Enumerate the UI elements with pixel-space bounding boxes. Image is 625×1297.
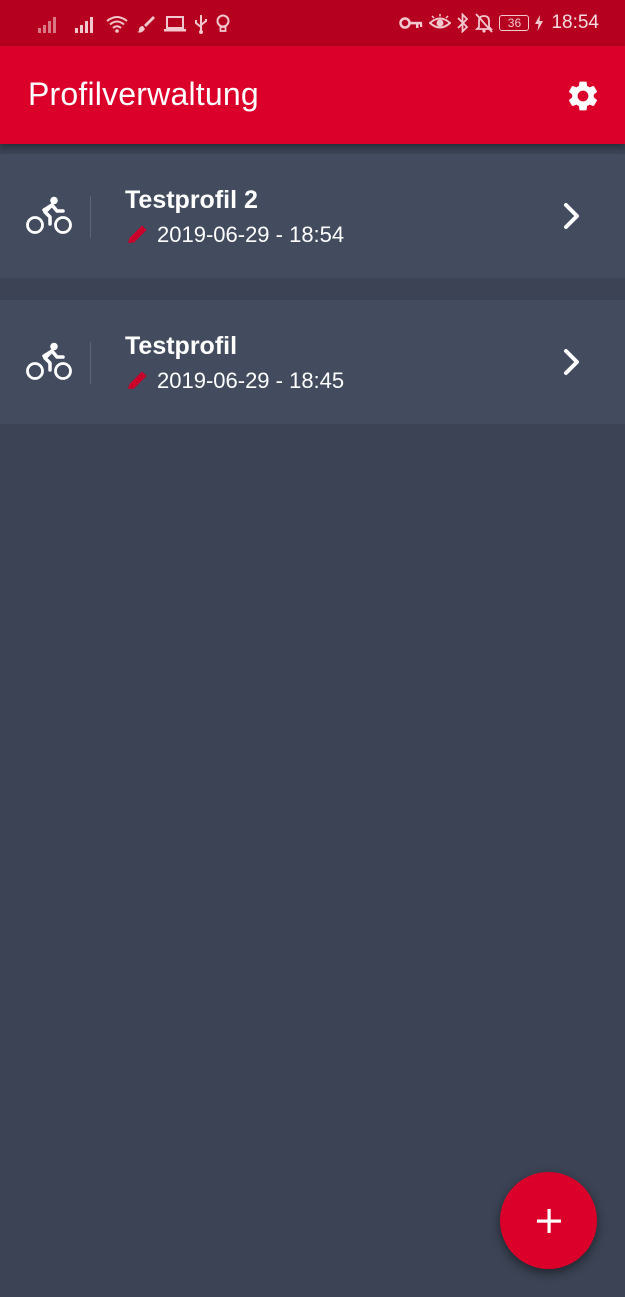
brush-icon — [137, 16, 155, 33]
charging-icon — [535, 15, 544, 31]
eye-icon — [429, 14, 452, 29]
bicycle-icon — [26, 342, 72, 380]
plus-icon — [536, 1208, 561, 1233]
profile-meta: 2019-06-29 - 18:45 — [125, 368, 344, 394]
pencil-icon — [128, 225, 147, 243]
pencil-icon — [128, 371, 147, 389]
page-title: Profilverwaltung — [28, 76, 259, 112]
profile-list-item[interactable]: Testprofil 2 2019-06-29 - 18:54 — [0, 154, 625, 278]
battery-level: 36 — [507, 16, 522, 30]
signal-icon — [75, 17, 93, 33]
profile-meta: 2019-06-29 - 18:54 — [125, 222, 344, 248]
profile-management-screen: 36 18:54 Profilverwaltung Testprofil 2 2… — [0, 0, 625, 1297]
status-bar: 36 18:54 — [0, 0, 625, 46]
profile-list-item[interactable]: Testprofil 2019-06-29 - 18:45 — [0, 300, 625, 424]
status-right-icons: 36 18:54 — [399, 10, 599, 36]
item-divider — [90, 196, 91, 238]
add-profile-button[interactable] — [500, 1172, 597, 1269]
profile-name: Testprofil — [125, 332, 238, 360]
bluetooth-icon — [457, 13, 469, 33]
bulb-icon — [216, 14, 230, 32]
gear-icon — [568, 81, 598, 111]
profile-list: Testprofil 2 2019-06-29 - 18:54 Testprof… — [0, 154, 625, 446]
wifi-icon — [106, 16, 128, 33]
bicycle-icon — [26, 196, 72, 234]
item-divider — [90, 342, 91, 384]
settings-button[interactable] — [563, 76, 603, 116]
app-bar: Profilverwaltung — [0, 46, 625, 144]
status-left-icons — [38, 12, 230, 36]
laptop-icon — [164, 16, 186, 32]
profile-name: Testprofil 2 — [125, 186, 258, 214]
profile-date: 2019-06-29 - 18:45 — [157, 368, 345, 393]
bell-off-icon — [475, 13, 494, 33]
chevron-right-icon — [564, 349, 579, 375]
status-time: 18:54 — [551, 12, 599, 33]
signal-icon — [38, 17, 56, 33]
chevron-right-icon — [564, 203, 579, 229]
battery-icon: 36 — [499, 15, 530, 31]
vpn-key-icon — [399, 17, 423, 29]
profile-date: 2019-06-29 - 18:54 — [157, 222, 345, 247]
usb-icon — [195, 15, 207, 34]
